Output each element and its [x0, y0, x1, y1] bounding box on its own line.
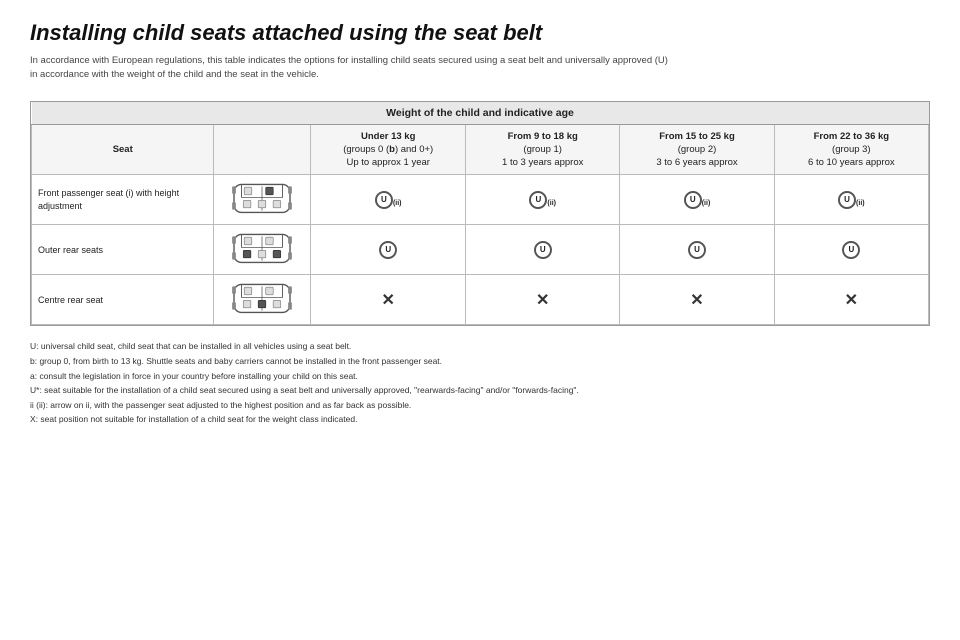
child-seat-table: Weight of the child and indicative age S…: [30, 101, 930, 327]
val-row3-col4: ✕: [774, 275, 928, 325]
footnote-4: U*: seat suitable for the installation o…: [30, 384, 930, 398]
val-row1-col4: U(ii): [774, 175, 928, 225]
val-row2-col3: U: [620, 225, 774, 275]
col-9to18: From 9 to 18 kg (group 1)1 to 3 years ap…: [466, 124, 620, 175]
car-image-1: [214, 175, 311, 225]
seat-name-1: Front passenger seat (i) with height adj…: [32, 175, 214, 225]
car-image-2: [214, 225, 311, 275]
footnote-2: b: group 0, from birth to 13 kg. Shuttle…: [30, 355, 930, 369]
col-22to36: From 22 to 36 kg (group 3)6 to 10 years …: [774, 124, 928, 175]
val-row2-col2: U: [466, 225, 620, 275]
val-row1-col3: U(ii): [620, 175, 774, 225]
footnote-3: a: consult the legislation in force in y…: [30, 370, 930, 384]
seat-name-3: Centre rear seat: [32, 275, 214, 325]
val-row2-col4: U: [774, 225, 928, 275]
footnote-1: U: universal child seat, child seat that…: [30, 340, 930, 354]
footnote-5: ii (ii): arrow on ii, with the passenger…: [30, 399, 930, 413]
subtitle: In accordance with European regulations,…: [30, 54, 930, 83]
car-image-3: [214, 275, 311, 325]
table-row: Outer rear seats: [32, 225, 929, 275]
val-row3-col3: ✕: [620, 275, 774, 325]
val-row3-col2: ✕: [466, 275, 620, 325]
col-car-image: [214, 124, 311, 175]
col-under13: Under 13 kg (groups 0 (b) and 0+)Up to a…: [311, 124, 466, 175]
seat-name-2: Outer rear seats: [32, 225, 214, 275]
table-row: Centre rear seat: [32, 275, 929, 325]
footnotes-section: U: universal child seat, child seat that…: [30, 340, 930, 427]
val-row1-col1: U(ii): [311, 175, 466, 225]
page-title: Installing child seats attached using th…: [30, 20, 930, 46]
val-row3-col1: ✕: [311, 275, 466, 325]
footnote-6: X: seat position not suitable for instal…: [30, 413, 930, 427]
val-row1-col2: U(ii): [466, 175, 620, 225]
col-15to25: From 15 to 25 kg (group 2)3 to 6 years a…: [620, 124, 774, 175]
table-main-header: Weight of the child and indicative age: [32, 102, 929, 125]
table-row: Front passenger seat (i) with height adj…: [32, 175, 929, 225]
col-seat-label: Seat: [32, 124, 214, 175]
val-row2-col1: U: [311, 225, 466, 275]
